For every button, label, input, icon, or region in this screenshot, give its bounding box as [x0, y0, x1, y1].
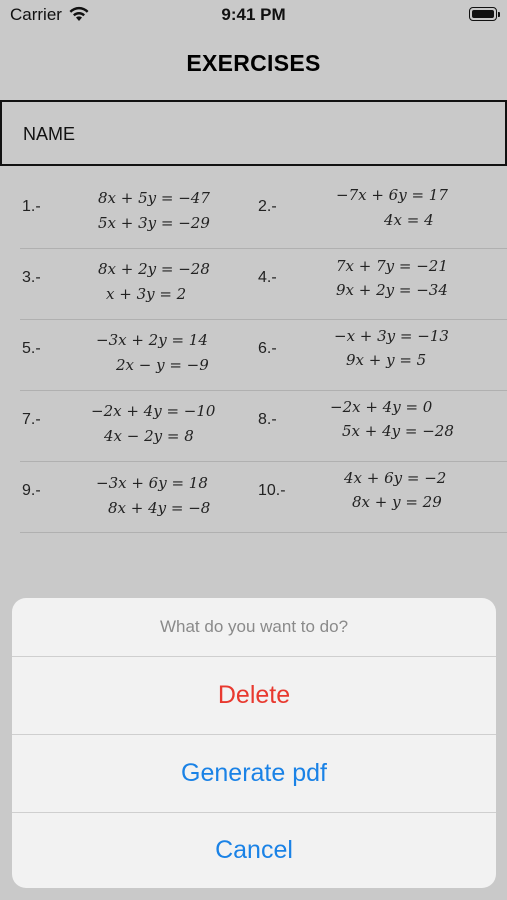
equation: 4x = 4	[384, 211, 434, 229]
generate-pdf-button[interactable]: Generate pdf	[12, 735, 496, 812]
equation: 8x + 5y = −47	[98, 189, 210, 207]
equation: −3x + 6y = 18	[96, 474, 208, 492]
equation: 4x − 2y = 8	[104, 427, 194, 445]
equation: 5x + 3y = −29	[98, 214, 210, 232]
action-sheet-title: What do you want to do?	[159, 617, 349, 636]
action-sheet: What do you want to do? Delete Generate …	[12, 598, 496, 888]
exercise-number: 7.-	[22, 411, 41, 428]
name-field-label: NAME	[23, 124, 76, 144]
exercise-number: 2.-	[258, 198, 277, 215]
delete-button[interactable]: Delete	[12, 657, 496, 734]
equation: 5x + 4y = −28	[342, 422, 454, 440]
equation: 2x − y = −9	[116, 356, 209, 374]
equation: 7x + 7y = −21	[336, 257, 448, 275]
equation: 8x + y = 29	[352, 493, 442, 511]
page-title: EXERCISES	[186, 50, 321, 76]
exercise-number: 8.-	[258, 411, 277, 428]
exercise-number: 1.-	[22, 198, 41, 215]
exercise-row: 5.- −3x + 2y = 14 2x − y = −9 6.- −x + 3…	[20, 320, 507, 391]
equation: −2x + 4y = −10	[91, 402, 216, 420]
equation: 9x + 2y = −34	[336, 281, 448, 299]
equation: −x + 3y = −13	[334, 327, 449, 345]
exercise-row: 7.- −2x + 4y = −10 4x − 2y = 8 8.- −2x +…	[20, 391, 507, 462]
equation: 8x + 2y = −28	[98, 260, 210, 278]
exercise-number: 9.-	[22, 482, 41, 499]
exercise-number: 10.-	[258, 482, 286, 499]
battery-icon	[469, 7, 500, 21]
status-bar: Carrier 9:41 PM	[0, 0, 507, 30]
cancel-button[interactable]: Cancel	[12, 813, 496, 888]
equation: −3x + 2y = 14	[96, 331, 208, 349]
equation: −7x + 6y = 17	[336, 186, 448, 204]
exercise-row: 1.- 8x + 5y = −47 5x + 3y = −29 2.- −7x …	[20, 178, 507, 249]
name-field[interactable]: NAME	[0, 100, 507, 166]
exercise-number: 3.-	[22, 269, 41, 286]
exercise-row: 3.- 8x + 2y = −28 x + 3y = 2 4.- 7x + 7y…	[20, 249, 507, 320]
exercise-number: 6.-	[258, 340, 277, 357]
equation: 4x + 6y = −2	[344, 469, 447, 487]
equation: x + 3y = 2	[106, 285, 187, 303]
equation: 9x + y = 5	[346, 351, 427, 369]
clock: 9:41 PM	[221, 5, 286, 24]
exercise-number: 4.-	[258, 269, 277, 286]
exercise-row: 9.- −3x + 6y = 18 8x + 4y = −8 10.- 4x +…	[20, 462, 507, 533]
exercise-number: 5.-	[22, 340, 41, 357]
equation: 8x + 4y = −8	[108, 499, 211, 517]
equation: −2x + 4y = 0	[330, 398, 433, 416]
